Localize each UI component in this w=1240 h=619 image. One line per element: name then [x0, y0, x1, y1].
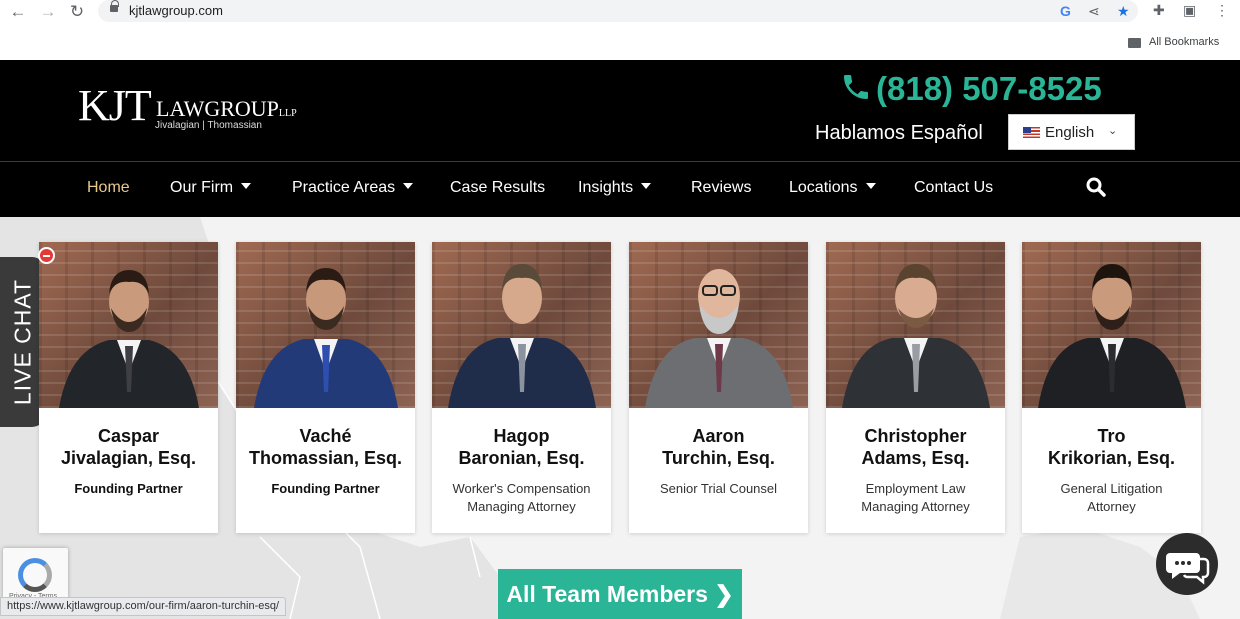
- back-icon[interactable]: ←: [8, 2, 28, 22]
- browser-toolbar: ← → ↻ kjtlawgroup.com G ⋖ ★ ✚ ▣ ⋮: [0, 0, 1240, 26]
- phone-link[interactable]: (818) 507-8525: [840, 70, 1102, 108]
- star-icon[interactable]: ★: [1117, 3, 1130, 19]
- folder-icon: [1128, 38, 1141, 48]
- forward-icon[interactable]: →: [38, 2, 58, 22]
- minimize-chat-icon[interactable]: [38, 247, 55, 264]
- team-photo: [432, 242, 611, 408]
- nav-contact-us[interactable]: Contact Us: [914, 179, 993, 197]
- status-bar-url: https://www.kjtlawgroup.com/our-firm/aar…: [0, 597, 287, 616]
- team-photo: [826, 242, 1005, 408]
- nav-case-results[interactable]: Case Results: [450, 179, 545, 197]
- bookmarks-bar: All Bookmarks: [0, 26, 1240, 60]
- chevron-right-icon: ❯: [714, 581, 734, 607]
- reload-icon[interactable]: ↻: [67, 2, 87, 22]
- google-icon[interactable]: G: [1060, 3, 1071, 19]
- nav-our-firm[interactable]: Our Firm: [170, 179, 252, 197]
- nav-home[interactable]: Home: [87, 179, 130, 197]
- chat-widget-button[interactable]: [1156, 533, 1218, 595]
- team-card-aaron[interactable]: Aaron Turchin, Esq. Senior Trial Counsel: [629, 242, 808, 533]
- team-section: LIVE CHAT Caspar Jivalagian, Esq. Foundin…: [0, 217, 1240, 619]
- phone-icon: [844, 75, 868, 99]
- menu-icon[interactable]: ⋮: [1215, 2, 1229, 18]
- chevron-down-icon: ⌄: [1108, 125, 1118, 137]
- team-card-hagop[interactable]: Hagop Baronian, Esq. Worker's Compensatio…: [432, 242, 611, 533]
- caret-down-icon: [641, 183, 652, 189]
- team-card-caspar[interactable]: Caspar Jivalagian, Esq. Founding Partner: [39, 242, 218, 533]
- chat-bubble-icon: [1166, 553, 1210, 585]
- language-select[interactable]: English ⌄: [1008, 114, 1135, 150]
- us-flag-icon: [1023, 127, 1040, 138]
- team-photo: [1022, 242, 1201, 408]
- lock-icon: [110, 0, 119, 12]
- side-panel-icon[interactable]: ▣: [1183, 2, 1196, 18]
- site-header: KJT LAWGROUPLLP Jivalagian | Thomassian …: [0, 60, 1240, 161]
- search-icon[interactable]: [1086, 177, 1106, 197]
- team-card-christopher[interactable]: Christopher Adams, Esq. Employment Law Man…: [826, 242, 1005, 533]
- caret-down-icon: [241, 183, 252, 189]
- hablamos-text: Hablamos Español: [815, 122, 983, 144]
- share-icon[interactable]: ⋖: [1088, 3, 1100, 19]
- nav-reviews[interactable]: Reviews: [691, 179, 751, 197]
- team-photo: [39, 242, 218, 408]
- nav-locations[interactable]: Locations: [789, 179, 876, 197]
- address-bar[interactable]: kjtlawgroup.com G ⋖ ★: [98, 0, 1138, 22]
- team-card-vache[interactable]: Vaché Thomassian, Esq. Founding Partner: [236, 242, 415, 533]
- team-photo: [236, 242, 415, 408]
- recaptcha-icon: [18, 558, 52, 592]
- team-card-tro[interactable]: Tro Krikorian, Esq. General Litigation Att…: [1022, 242, 1201, 533]
- all-bookmarks-link[interactable]: All Bookmarks: [1149, 36, 1219, 48]
- site-logo[interactable]: KJT LAWGROUPLLP Jivalagian | Thomassian: [78, 84, 297, 132]
- main-nav: Home Our Firm Practice Areas Case Result…: [0, 161, 1240, 217]
- url-text: kjtlawgroup.com: [129, 3, 223, 18]
- extensions-icon[interactable]: ✚: [1153, 2, 1165, 18]
- nav-insights[interactable]: Insights: [578, 179, 652, 197]
- nav-practice-areas[interactable]: Practice Areas: [292, 179, 414, 197]
- caret-down-icon: [403, 183, 414, 189]
- caret-down-icon: [865, 183, 876, 189]
- team-photo: [629, 242, 808, 408]
- all-team-members-button[interactable]: All Team Members ❯: [498, 569, 742, 619]
